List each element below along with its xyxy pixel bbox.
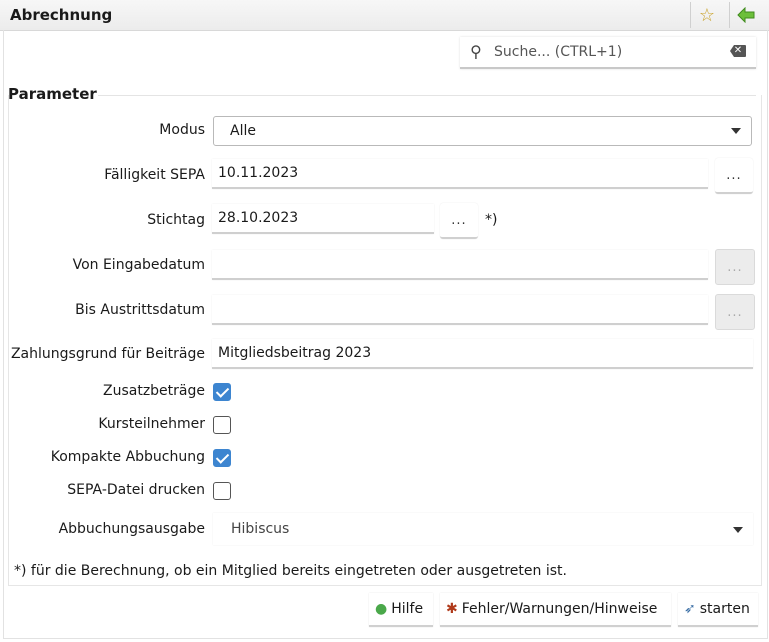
group-title: Parameter	[8, 85, 97, 103]
start-button-label: starten	[699, 601, 750, 617]
modus-select[interactable]: Alle	[213, 116, 752, 146]
abbuchungsausgabe-select[interactable]: Hibiscus	[213, 513, 753, 545]
faelligkeit-label: Fälligkeit SEPA	[104, 167, 205, 183]
chevron-down-icon	[733, 527, 743, 533]
abbuchungsausgabe-label: Abbuchungsausgabe	[58, 521, 205, 537]
stichtag-picker-button[interactable]: ...	[440, 203, 478, 239]
green-arrow-left-icon	[737, 7, 755, 23]
back-button[interactable]	[729, 2, 762, 28]
bis-austrittsdatum-label: Bis Austrittsdatum	[75, 302, 205, 318]
sepa-datei-checkbox[interactable]	[213, 482, 231, 500]
title-bar: Abrechnung ☆	[0, 0, 769, 31]
bis-austrittsdatum-picker-button[interactable]: ...	[715, 294, 755, 330]
help-button[interactable]: ● Hilfe	[369, 593, 433, 627]
footnote: *) für die Berechnung, ob ein Mitglied b…	[14, 563, 567, 579]
stichtag-value: 28.10.2023	[218, 210, 299, 226]
errors-warnings-button[interactable]: ✱ Fehler/Warnungen/Hinweise	[440, 593, 671, 627]
bug-icon: ✱	[446, 601, 458, 617]
help-button-label: Hilfe	[391, 601, 424, 617]
window-title: Abrechnung	[10, 6, 113, 24]
kompakte-abbuchung-checkbox[interactable]	[213, 449, 231, 467]
errors-warnings-button-label: Fehler/Warnungen/Hinweise	[461, 601, 658, 617]
zahlungsgrund-label: Zahlungsgrund für Beiträge	[10, 346, 205, 362]
modus-label: Modus	[159, 122, 205, 138]
chevron-down-icon	[731, 128, 741, 134]
search-field[interactable]: ⚲ Suche... (CTRL+1) ✕	[460, 37, 756, 69]
stichtag-field[interactable]: 28.10.2023	[212, 204, 434, 234]
von-eingabedatum-label: Von Eingabedatum	[72, 257, 205, 273]
start-button[interactable]: ➶ starten	[678, 593, 758, 627]
zahlungsgrund-field[interactable]: Mitgliedsbeitrag 2023	[212, 339, 753, 369]
modus-value: Alle	[230, 123, 256, 139]
search-icon: ⚲	[470, 42, 482, 61]
kursteilnehmer-checkbox[interactable]	[213, 416, 231, 434]
zusatzbetraege-label: Zusatzbeträge	[103, 383, 205, 399]
star-icon: ☆	[698, 4, 716, 26]
abbuchungsausgabe-value: Hibiscus	[231, 521, 290, 537]
help-icon: ●	[375, 601, 388, 617]
favorite-button[interactable]: ☆	[690, 2, 723, 28]
von-eingabedatum-field[interactable]	[212, 250, 708, 280]
faelligkeit-picker-button[interactable]: ...	[715, 158, 753, 194]
zahlungsgrund-value: Mitgliedsbeitrag 2023	[218, 345, 372, 361]
search-placeholder: Suche... (CTRL+1)	[494, 44, 623, 60]
kompakte-abbuchung-label: Kompakte Abbuchung	[50, 449, 205, 465]
stichtag-label: Stichtag	[147, 212, 205, 228]
clear-icon[interactable]: ✕	[730, 45, 746, 57]
von-eingabedatum-picker-button[interactable]: ...	[715, 249, 755, 285]
bis-austrittsdatum-field[interactable]	[212, 295, 708, 325]
sepa-datei-label: SEPA-Datei drucken	[67, 482, 205, 498]
group-divider	[98, 95, 756, 96]
run-icon: ➶	[684, 601, 696, 617]
stichtag-note: *)	[485, 212, 498, 228]
faelligkeit-field[interactable]: 10.11.2023	[212, 159, 708, 189]
faelligkeit-value: 10.11.2023	[218, 165, 299, 181]
kursteilnehmer-label: Kursteilnehmer	[98, 416, 205, 432]
zusatzbetraege-checkbox[interactable]	[213, 383, 231, 401]
